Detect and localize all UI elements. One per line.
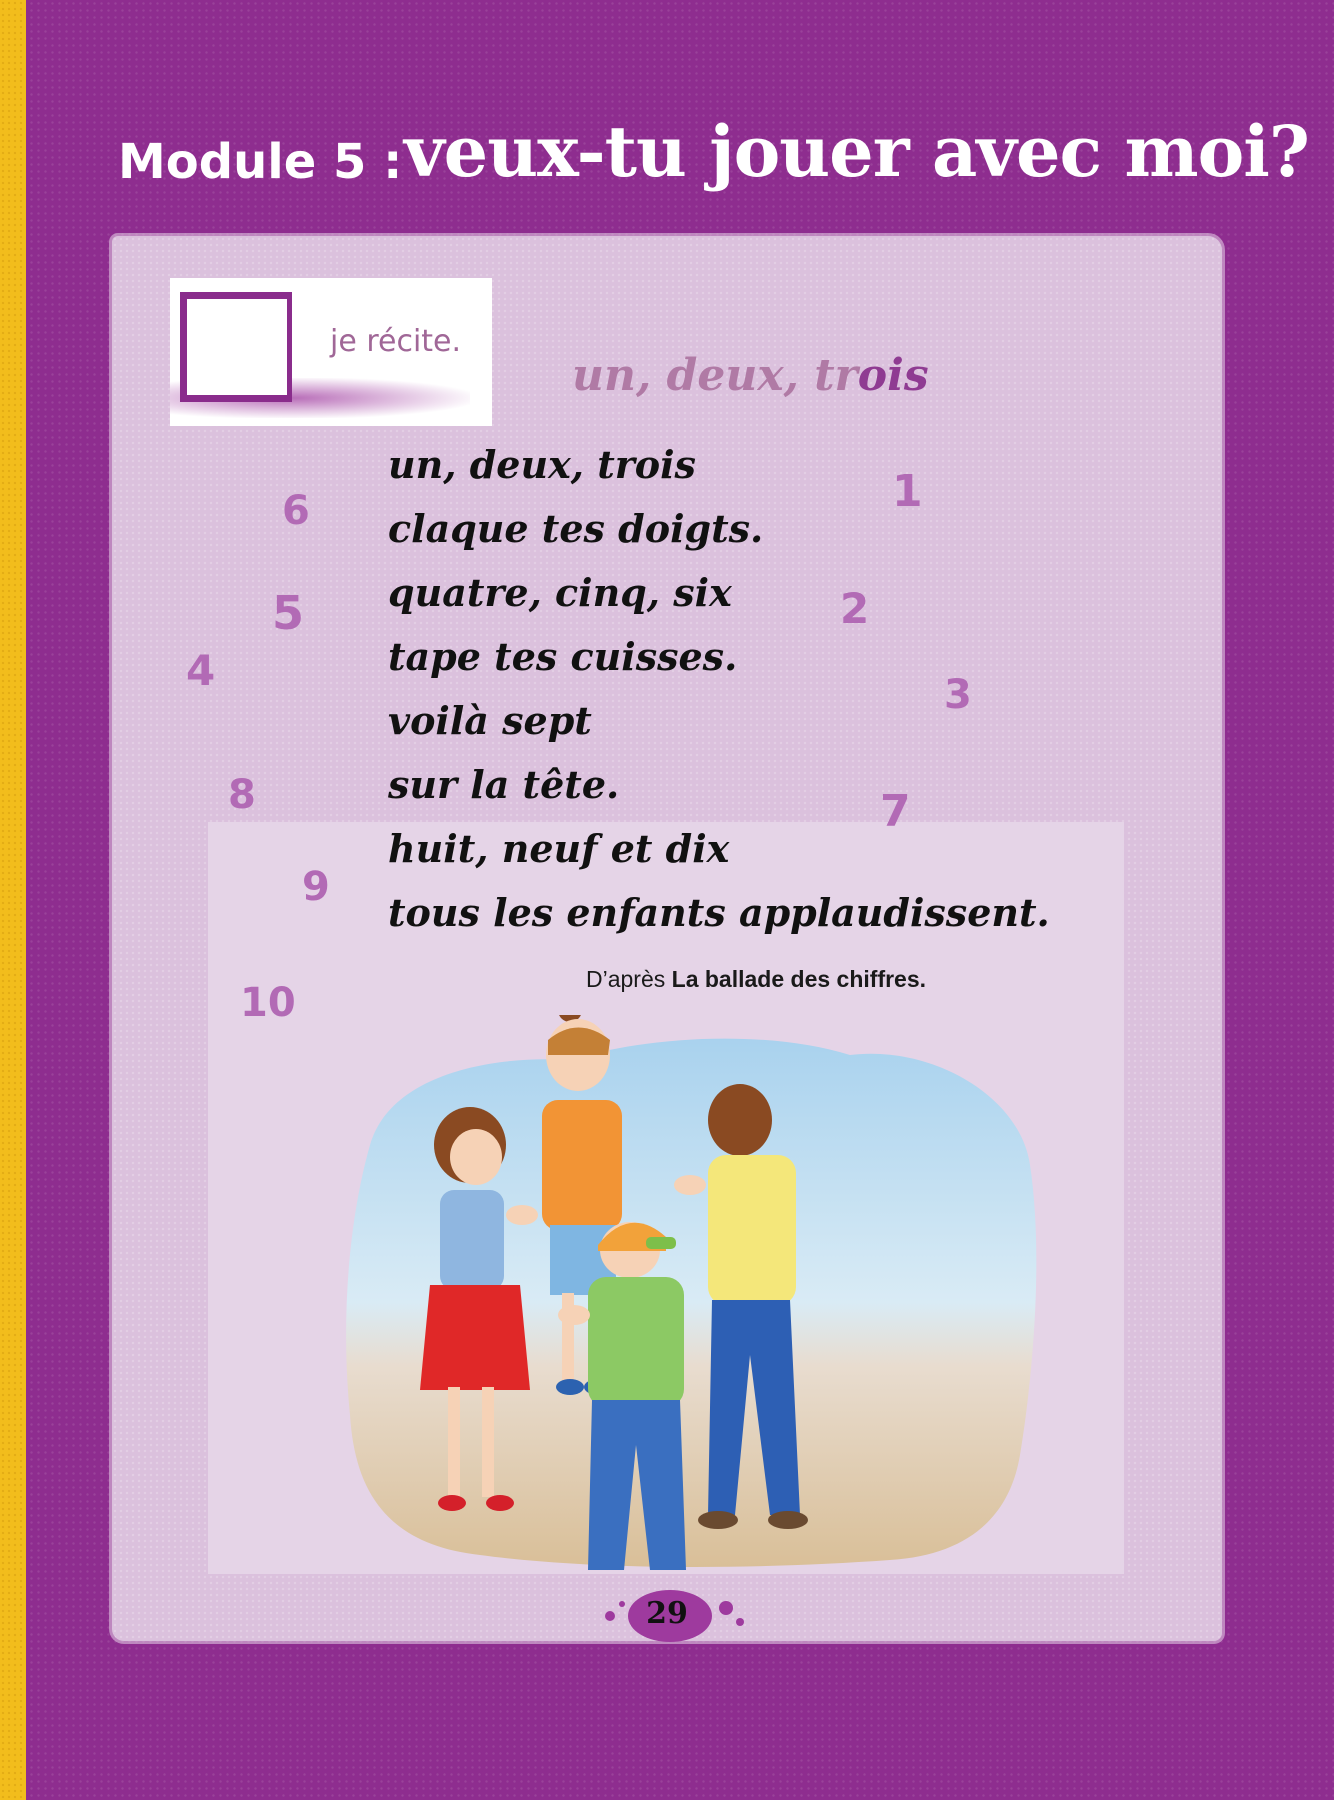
poem-line: voilà sept [388,698,592,743]
children-clapping-illustration [346,1015,1037,1570]
number-1: 1 [892,466,923,517]
poem-line: quatre, cinq, six [388,570,732,615]
page-title: Module 5 : veux-tu jouer avec moi? [118,92,1310,222]
number-8: 8 [228,772,256,818]
module-title: veux-tu jouer avec moi? [404,110,1310,193]
poem-title: un, deux, trois [572,350,929,401]
book-spine [0,0,26,1800]
number-6: 6 [282,488,310,534]
poem-line: huit, neuf et dix [388,826,730,871]
section-label: je récite. [330,324,462,359]
poem-line: tous les enfants applaudissent. [388,890,1050,935]
number-3: 3 [944,672,972,718]
number-10: 10 [240,980,296,1026]
poem-title-main: un, deux, tr [572,350,858,401]
section-badge: je récite. [170,278,492,426]
module-label: Module 5 : [118,134,403,190]
poem-line: un, deux, trois [388,442,696,487]
number-7: 7 [880,786,911,837]
poem-title-accent: ois [857,350,929,401]
poem-credit: D’après La ballade des chiffres. [586,966,926,993]
badge-frame [180,292,292,402]
number-9: 9 [302,864,330,910]
credit-prefix: D’après [586,966,672,992]
page-number: 29 [646,1596,688,1631]
credit-source: La ballade des chiffres. [671,966,927,992]
poem-line: claque tes doigts. [388,506,764,551]
poem-line: sur la tête. [388,762,620,807]
poem-line: tape tes cuisses. [388,634,738,679]
number-4: 4 [186,646,216,695]
number-5: 5 [272,586,305,640]
number-2: 2 [840,584,870,633]
